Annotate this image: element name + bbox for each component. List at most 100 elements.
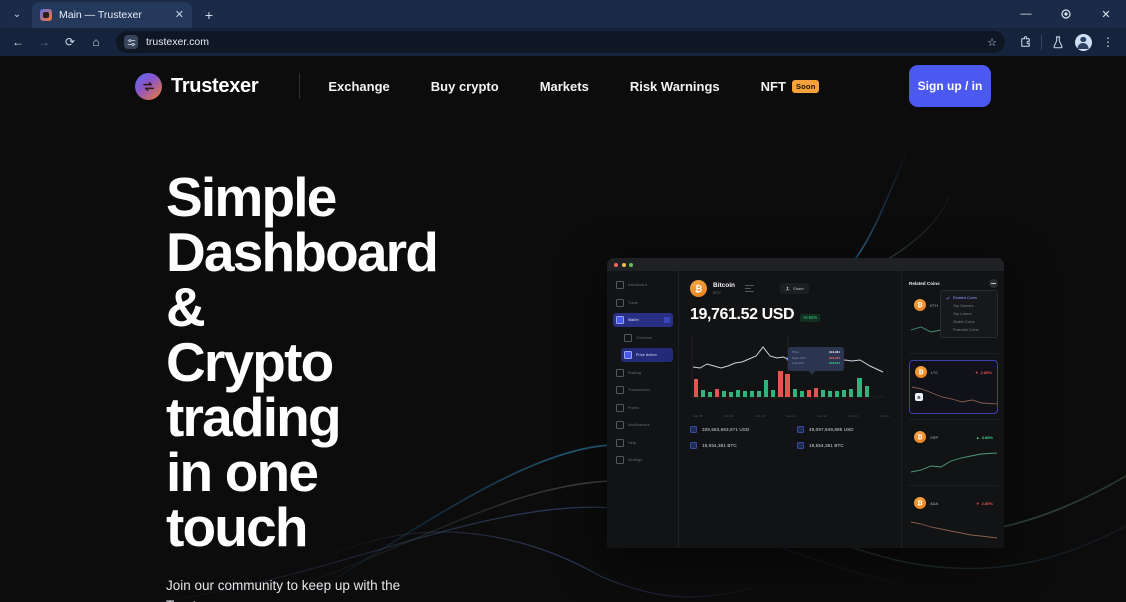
browser-window: ⌄ Main — Trustexer ✕ + — ✕ ← → ⟳ ⌂ trust… [0,0,1126,602]
nav-item-risk-warnings[interactable]: Risk Warnings [630,79,720,94]
avatar-icon [1074,33,1092,51]
more-horizontal-icon[interactable] [989,279,998,288]
tooltip-value: $19,981 [829,350,840,354]
panel-divider [909,485,998,486]
tooltip-value: $19,220 [829,355,840,360]
coin-menu-icon[interactable] [745,285,755,292]
sidebar-item-label: Trade [628,300,639,305]
coin-card-name: XRP [930,434,939,440]
bell-icon [616,421,624,429]
tab-search-icon[interactable]: ⌄ [4,1,30,27]
extensions-icon[interactable] [1013,30,1037,54]
minimize-button[interactable]: — [1006,0,1046,28]
stat-value: 49,097,949,895 USD [809,427,854,432]
price-row: 19,761.52 USD +0.92% [690,306,892,324]
traffic-light-maximize-icon [629,262,633,267]
hero-subtext: Join our community to keep up with the T… [166,578,401,602]
coin-card-ada[interactable]: ₿ ADA ▼ 2.85% [909,492,998,546]
dropdown-item-top-losers[interactable]: Top Losers [941,310,997,318]
site-settings-icon[interactable] [124,35,138,49]
sidebar-item-overview[interactable]: Overview [621,331,673,345]
sidebar-item-label: Notifications [628,423,650,427]
related-coins-title: Related Coins [909,281,940,286]
sidebar-item-price-action[interactable]: Price Action [621,348,673,362]
sidebar-item-label: Dashboard [628,283,647,287]
volume-bars [694,371,869,397]
browser-menu-icon[interactable]: ⋮ [1096,30,1120,54]
dropdown-item-top-gainers[interactable]: Top Gainers [941,302,997,310]
related-coins-dropdown[interactable]: Related Coins Top Gainers Top Losers Sta… [940,290,998,338]
mockup-titlebar [607,258,1004,271]
tooltip-row: Open 24 h $19,220 [792,356,840,360]
down-arrow-icon: ▼ [974,369,979,375]
back-icon[interactable]: ← [6,30,30,54]
check-icon [946,296,950,300]
sidebar-item-wallet[interactable]: Wallet [613,313,673,327]
supply-icon [690,442,697,449]
coin-card-header: ₿ LTC ▼ 2.85% [915,366,992,378]
brand-name: Trustexer [171,74,259,97]
reload-icon[interactable]: ⟳ [58,30,82,54]
coin-card-ltc[interactable]: ₿ LTC ▼ 2.85% B [909,360,998,414]
labs-icon[interactable] [1046,30,1070,54]
dropdown-item-related-coins[interactable]: Related Coins [941,294,997,302]
maximize-button[interactable] [1046,0,1086,28]
sidebar-item-promo[interactable]: Promo [613,401,673,415]
dropdown-label: Top Losers [953,312,972,316]
flask-icon [1053,35,1063,48]
sidebar-item-settings[interactable]: Settings [613,453,673,467]
bookmark-star-icon[interactable]: ☆ [987,36,997,49]
tune-icon [127,38,135,46]
profile-button[interactable] [1071,30,1095,54]
change-value: 2.85% [980,369,992,375]
traffic-light-minimize-icon [621,262,626,267]
nav-item-exchange[interactable]: Exchange [328,79,389,94]
signup-button[interactable]: Sign up / in [909,65,991,107]
eye-icon [624,333,632,342]
sidebar-item-notifications[interactable]: Notifications [613,418,673,432]
sidebar-item-help[interactable]: Help [613,436,673,450]
coin-avatar-icon: ₿ [914,497,926,509]
sparkline-xrp [910,452,998,473]
sidebar-item-trade[interactable]: Trade [613,296,673,310]
sidebar-item-transactions[interactable]: Transactions [613,383,673,397]
address-bar[interactable]: trustexer.com ☆ [116,31,1005,53]
forward-icon[interactable]: → [32,30,56,54]
tooltip-row: Price $19,981 [792,350,840,354]
nav-label: Risk Warnings [629,78,720,94]
chart-tooltip: Price $19,981 Open 24 h $19,220 Low 24 h $1… [788,347,844,375]
close-tab-icon[interactable]: ✕ [175,9,184,21]
sidebar-item-staking[interactable]: Staking [613,366,673,380]
sidebar-item-label: Price Action [636,353,657,357]
nav-item-nft[interactable]: NFT Soon [761,79,820,94]
dropdown-item-potential-coins[interactable]: Potential Coins [941,326,997,334]
coin-card-name: LTC [931,369,939,375]
x-tick: Feb 12 [817,414,827,418]
close-window-button[interactable]: ✕ [1086,0,1126,28]
coin-card-name: ADA [930,500,939,506]
toolbar-actions: ⋮ [1013,30,1120,54]
sidebar-item-label: Promo [628,405,640,410]
dropdown-item-stable-coins[interactable]: Stable Coins [941,318,997,326]
sidebar-item-dashboard[interactable]: Dashboard [613,278,673,292]
coin-card-xrp[interactable]: ₿ XRP ▲ 3.85% [909,426,998,480]
gift-icon [616,403,624,412]
sidebar-item-label: Help [628,440,636,445]
tab-favicon [40,9,52,21]
x-tick: Feb 13 [848,414,858,418]
browser-tab[interactable]: Main — Trustexer ✕ [32,2,192,28]
sidebar-item-label: Settings [628,458,643,462]
coin-avatar-icon: ₿ [914,299,926,311]
bitcoin-avatar-icon: ₿ [690,280,707,297]
maximize-icon [1061,9,1071,19]
related-coins-panel: Related Coins Related Coins Top Gainers … [901,271,1004,548]
brand-logo[interactable]: Trustexer [135,72,259,100]
site-header: Trustexer Exchange Buy crypto Markets Ri… [0,56,1126,116]
dropdown-label: Related Coins [953,296,977,300]
nav-item-buy-crypto[interactable]: Buy crypto [431,79,499,94]
new-tab-button[interactable]: + [198,4,220,26]
web-page: Trustexer Exchange Buy crypto Markets Ri… [0,56,1126,602]
share-button[interactable]: Share [780,283,809,294]
nav-item-markets[interactable]: Markets [540,79,589,94]
home-icon[interactable]: ⌂ [84,30,108,54]
